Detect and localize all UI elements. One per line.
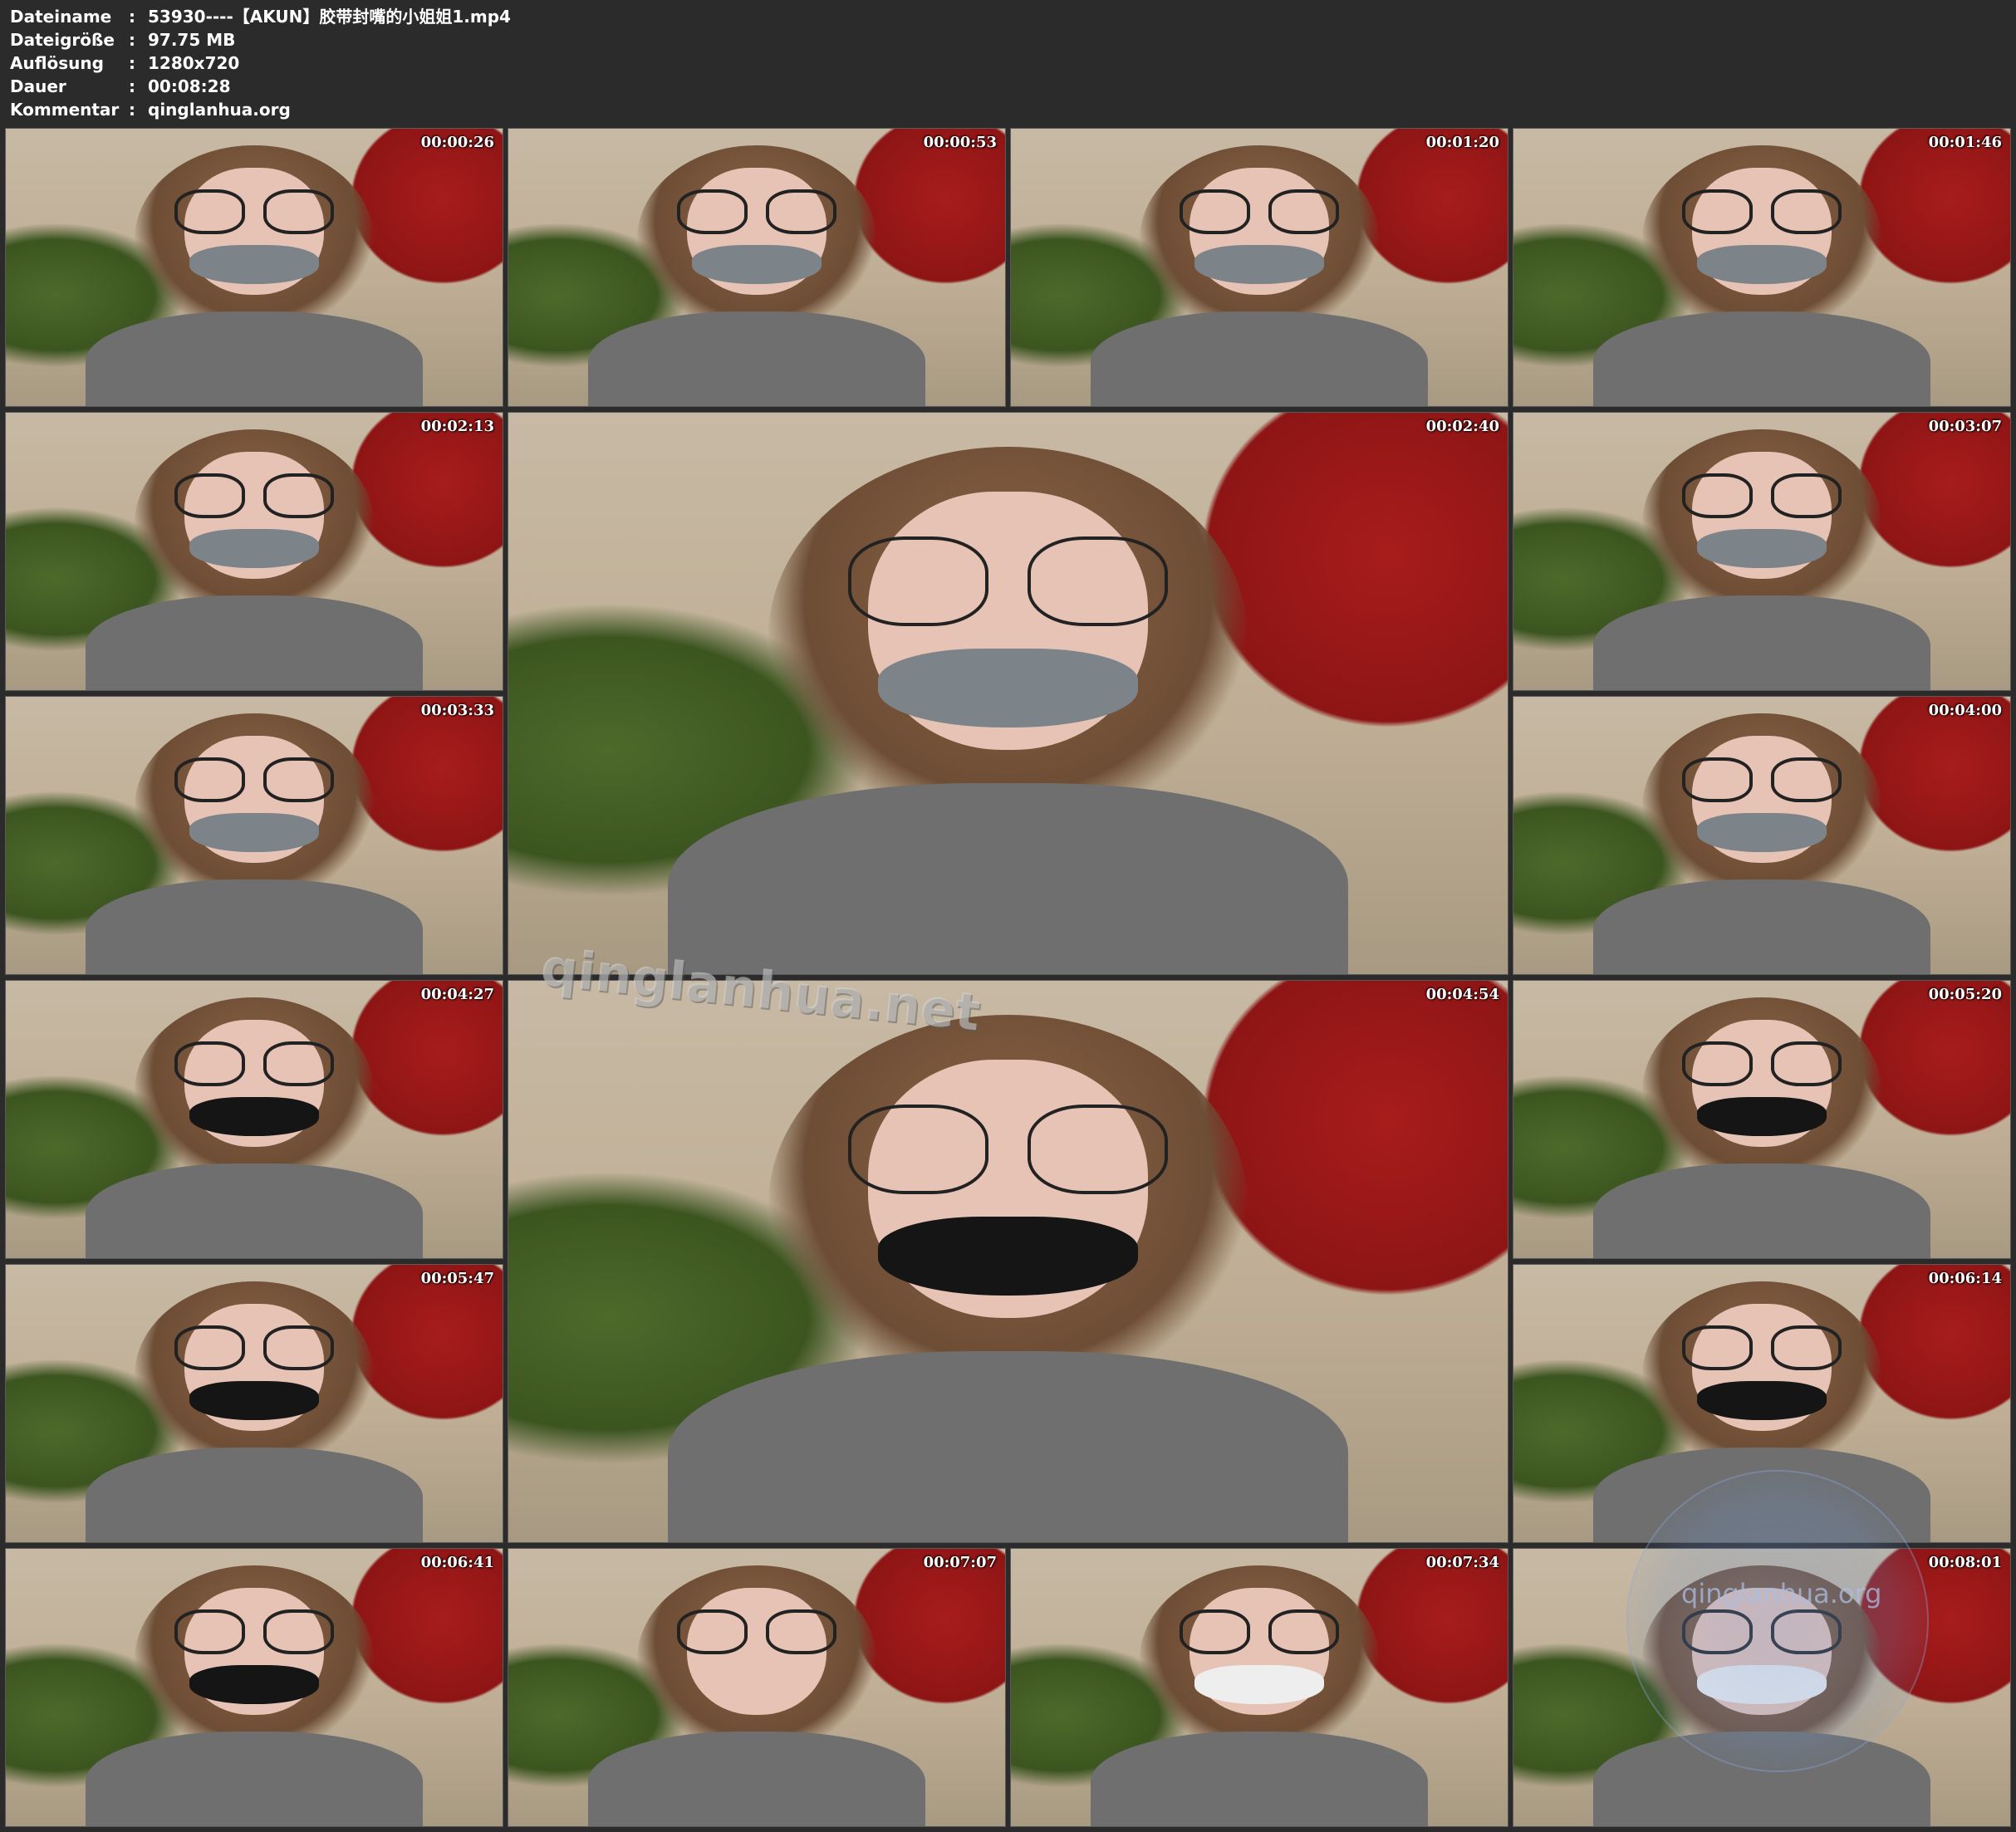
gag-shape xyxy=(189,1381,319,1421)
gag-shape xyxy=(189,529,319,569)
glasses-icon xyxy=(1682,1041,1842,1086)
gag-shape xyxy=(1194,1665,1324,1705)
gag-shape xyxy=(189,245,319,285)
thumbnail-timestamp: 00:06:14 xyxy=(1928,1270,2002,1287)
thumbnail-timestamp: 00:07:07 xyxy=(923,1554,997,1571)
gag-shape xyxy=(189,813,319,853)
video-thumbnail: 00:05:47 xyxy=(5,1264,503,1543)
thumbnail-timestamp: 00:07:34 xyxy=(1425,1554,1499,1571)
gag-shape xyxy=(692,1665,821,1704)
cardigan-shape xyxy=(1592,879,1931,974)
gag-shape xyxy=(189,1665,319,1705)
watermark-corner-text: qinglanhua.org xyxy=(1681,1578,1882,1609)
thumbnail-timestamp: 00:05:47 xyxy=(420,1270,494,1287)
gag-shape xyxy=(878,1216,1138,1296)
thumbnail-timestamp: 00:04:54 xyxy=(1425,986,1499,1003)
glasses-icon xyxy=(174,1609,334,1654)
glasses-icon xyxy=(1180,1609,1339,1654)
gag-shape xyxy=(1697,813,1827,853)
glasses-icon xyxy=(848,1104,1168,1194)
thumbnail-timestamp: 00:02:13 xyxy=(420,418,494,435)
cardigan-shape xyxy=(668,1351,1348,1542)
glasses-icon xyxy=(1682,189,1842,234)
gag-shape xyxy=(1697,529,1827,569)
cardigan-shape xyxy=(85,1447,424,1542)
thumbnail-timestamp: 00:02:40 xyxy=(1425,418,1499,435)
video-thumbnail: 00:03:33 xyxy=(5,696,503,975)
glasses-icon xyxy=(174,189,334,234)
glasses-icon xyxy=(1682,1325,1842,1370)
gag-shape xyxy=(878,648,1138,727)
glasses-icon xyxy=(174,1325,334,1370)
thumbnail-timestamp: 00:01:46 xyxy=(1928,134,2002,151)
cardigan-shape xyxy=(1090,311,1429,406)
video-thumbnail: 00:02:40 xyxy=(508,412,1508,975)
gag-shape xyxy=(189,1097,319,1137)
cardigan-shape xyxy=(1592,595,1931,690)
video-thumbnail: 00:06:41 xyxy=(5,1548,503,1827)
cardigan-shape xyxy=(1090,1732,1429,1826)
glasses-icon xyxy=(1682,757,1842,802)
thumbnail-timestamp: 00:03:07 xyxy=(1928,418,2002,435)
glasses-icon xyxy=(174,473,334,518)
video-thumbnail: 00:04:27 xyxy=(5,980,503,1259)
thumbnail-timestamp: 00:04:27 xyxy=(420,986,494,1003)
gag-shape xyxy=(1697,1097,1827,1137)
gag-shape xyxy=(1697,1381,1827,1421)
thumbnail-timestamp: 00:03:33 xyxy=(420,702,494,719)
video-thumbnail: 00:01:20 xyxy=(1010,128,1508,407)
glasses-icon xyxy=(1682,473,1842,518)
cardigan-shape xyxy=(85,311,424,406)
video-thumbnail: 00:04:00 xyxy=(1513,696,2011,975)
cardigan-shape xyxy=(668,783,1348,974)
video-thumbnail: 00:01:46 xyxy=(1513,128,2011,407)
glasses-icon xyxy=(174,1041,334,1086)
cardigan-shape xyxy=(85,879,424,974)
cardigan-shape xyxy=(1592,311,1931,406)
video-thumbnail: 00:07:07 xyxy=(508,1548,1006,1827)
cardigan-shape xyxy=(587,1732,926,1826)
thumbnail-timestamp: 00:00:53 xyxy=(923,134,997,151)
glasses-icon xyxy=(1180,189,1339,234)
logo-circle-icon xyxy=(1626,1470,1929,1772)
cardigan-shape xyxy=(85,595,424,690)
video-thumbnail: 00:00:53 xyxy=(508,128,1006,407)
glasses-icon xyxy=(677,1609,836,1654)
video-thumbnail: 00:04:54 xyxy=(508,980,1508,1543)
video-thumbnail: 00:03:07 xyxy=(1513,412,2011,691)
thumbnail-timestamp: 00:04:00 xyxy=(1928,702,2002,719)
cardigan-shape xyxy=(85,1732,424,1826)
thumbnail-timestamp: 00:08:01 xyxy=(1928,1554,2002,1571)
video-thumbnail: 00:02:13 xyxy=(5,412,503,691)
thumbnail-timestamp: 00:01:20 xyxy=(1425,134,1499,151)
gag-shape xyxy=(1194,245,1324,285)
glasses-icon xyxy=(677,189,836,234)
video-thumbnail: 00:05:20 xyxy=(1513,980,2011,1259)
thumbnail-timestamp: 00:05:20 xyxy=(1928,986,2002,1003)
video-thumbnail: 00:07:34 xyxy=(1010,1548,1508,1827)
glasses-icon xyxy=(848,536,1168,626)
cardigan-shape xyxy=(587,311,926,406)
gag-shape xyxy=(1697,245,1827,285)
thumbnail-timestamp: 00:06:41 xyxy=(420,1554,494,1571)
glasses-icon xyxy=(174,757,334,802)
gag-shape xyxy=(692,245,822,285)
cardigan-shape xyxy=(85,1163,424,1258)
cardigan-shape xyxy=(1592,1163,1931,1258)
thumbnail-timestamp: 00:00:26 xyxy=(420,134,494,151)
video-thumbnail: 00:00:26 xyxy=(5,128,503,407)
